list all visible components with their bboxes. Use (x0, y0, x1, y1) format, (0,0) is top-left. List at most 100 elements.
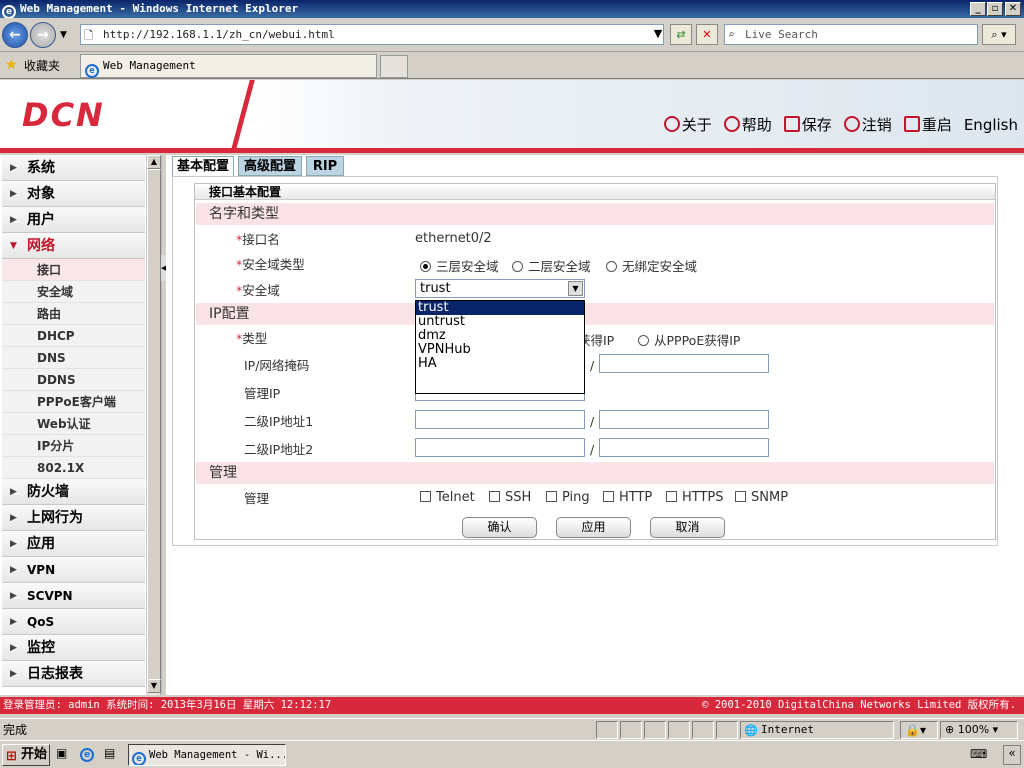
netmask-input[interactable] (599, 354, 769, 373)
chevron-right-icon: ▶ (10, 189, 17, 199)
chevron-right-icon: ▶ (10, 669, 17, 679)
sidebar-subitem-ddns[interactable]: DDNS (2, 369, 145, 391)
zone-option-untrust[interactable]: untrust (416, 315, 584, 329)
refresh-icon[interactable]: ⇄ (670, 24, 692, 45)
apply-button[interactable]: 应用 (556, 517, 631, 538)
save-icon (783, 116, 800, 132)
address-input[interactable]: 🗋 http://192.168.1.1/zh_cn/webui.html (80, 24, 664, 45)
zone-dropdown-list: trust untrust dmz VPNHub HA (415, 300, 585, 394)
history-dropdown-icon[interactable]: ▼ (60, 30, 67, 40)
sidebar-item-scvpn[interactable]: ▶ SCVPN (2, 583, 145, 609)
scroll-down-icon[interactable]: ▼ (147, 679, 161, 693)
sidebar-subitem-ipfrag[interactable]: IP分片 (2, 435, 145, 457)
mgmt-https-checkbox[interactable]: HTTPS (666, 490, 724, 505)
zone-option-vpnhub[interactable]: VPNHub (416, 343, 584, 357)
tray-expand-icon[interactable]: « (1003, 745, 1021, 765)
browser-tab[interactable]: e Web Management (80, 54, 377, 78)
sidebar-subitem-pppoe[interactable]: PPPoE客户端 (2, 391, 145, 413)
minimize-button[interactable]: _ (970, 2, 986, 16)
sec-ip2-mask-input[interactable] (599, 438, 769, 457)
zoom-control[interactable]: ⊕ 100% ▾ (940, 721, 1018, 739)
close-window-button[interactable]: ✕ (1005, 2, 1021, 16)
zone-select[interactable]: trust ▼ (415, 279, 585, 298)
mgmt-telnet-checkbox[interactable]: Telnet (420, 490, 475, 505)
sidebar-subitem-interface[interactable]: 接口 (2, 259, 145, 281)
search-input[interactable]: ⌕ Live Search (724, 24, 978, 45)
protected-mode-icon[interactable]: 🔒▾ (900, 721, 938, 739)
chevron-right-icon: ▶ (10, 591, 17, 601)
language-link[interactable]: English (964, 116, 1018, 134)
mgmt-ping-checkbox[interactable]: Ping (546, 490, 590, 505)
mgmt-http-checkbox[interactable]: HTTP (603, 490, 652, 505)
sidebar-subitem-webauth[interactable]: Web认证 (2, 413, 145, 435)
cancel-button[interactable]: 取消 (650, 517, 725, 538)
sidebar-item-logs[interactable]: ▶ 日志报表 (2, 661, 145, 687)
sidebar-item-network[interactable]: ▼ 网络 (2, 233, 145, 259)
reboot-icon (903, 116, 920, 132)
status-text: 完成 (3, 723, 28, 737)
info-icon (663, 116, 680, 132)
sidebar-item-object[interactable]: ▶ 对象 (2, 181, 145, 207)
quicklaunch-desktop-icon[interactable]: ▣ (56, 746, 67, 760)
forward-button[interactable]: → (30, 22, 56, 48)
zone-label: *安全域 (236, 283, 280, 298)
zone-option-trust[interactable]: trust (416, 301, 584, 315)
scrollbar-thumb[interactable] (147, 169, 161, 681)
sec-ip1-mask-input[interactable] (599, 410, 769, 429)
reboot-link[interactable]: 重启 (903, 114, 952, 135)
zone-option-ha[interactable]: HA (416, 357, 584, 371)
quicklaunch-ie-icon[interactable]: e (80, 746, 94, 762)
logout-link[interactable]: 注销 (843, 114, 892, 135)
checkbox-icon (603, 491, 614, 502)
taskbar-item-ie[interactable]: e Web Management - Wi... (128, 744, 286, 766)
type-pppoe-radio[interactable]: 从PPPoE获得IP (638, 330, 740, 349)
chevron-down-icon[interactable]: ▼ (568, 281, 583, 296)
tab-rip[interactable]: RIP (306, 156, 344, 176)
zone-type-l2-radio[interactable]: 二层安全域 (512, 256, 591, 275)
address-dropdown-icon[interactable]: ▼ (647, 24, 669, 45)
app-header: DCN 关于 帮助 保存 注销 重启 English (0, 80, 1024, 153)
sidebar-item-behavior[interactable]: ▶ 上网行为 (2, 505, 145, 531)
sidebar-item-monitor[interactable]: ▶ 监控 (2, 635, 145, 661)
search-icon: ⌕ (728, 28, 735, 41)
checkbox-icon (546, 491, 557, 502)
iface-value: ethernet0/2 (415, 231, 492, 246)
tab-advanced-config[interactable]: 高级配置 (238, 156, 302, 176)
sidebar-subitem-route[interactable]: 路由 (2, 303, 145, 325)
sidebar-subitem-dns[interactable]: DNS (2, 347, 145, 369)
start-button[interactable]: ⊞ 开始 (2, 744, 50, 766)
help-link[interactable]: 帮助 (723, 114, 772, 135)
zone-type-l3-radio[interactable]: 三层安全域 (420, 256, 499, 275)
sidebar-item-system[interactable]: ▶ 系统 (2, 155, 145, 181)
sidebar-item-user[interactable]: ▶ 用户 (2, 207, 145, 233)
search-button[interactable]: ⌕ ▾ (982, 24, 1016, 45)
zone-option-dmz[interactable]: dmz (416, 329, 584, 343)
mgmt-ssh-checkbox[interactable]: SSH (489, 490, 531, 505)
sidebar-item-vpn[interactable]: ▶ VPN (2, 557, 145, 583)
sidebar-item-application[interactable]: ▶ 应用 (2, 531, 145, 557)
sidebar-subitem-8021x[interactable]: 802.1X (2, 457, 145, 479)
quicklaunch-app-icon[interactable]: ▤ (104, 746, 115, 760)
iface-label: *接口名 (236, 232, 280, 247)
zone-type-none-radio[interactable]: 无绑定安全域 (606, 256, 697, 275)
scroll-up-icon[interactable]: ▲ (147, 155, 161, 169)
sidebar-subitem-dhcp[interactable]: DHCP (2, 325, 145, 347)
sidebar-scrollbar[interactable]: ▲ ▼ (146, 155, 161, 695)
new-tab-button[interactable] (380, 55, 408, 78)
sidebar-subitem-zone[interactable]: 安全域 (2, 281, 145, 303)
zoom-icon: ⊕ (945, 723, 958, 736)
sidebar-item-qos[interactable]: ▶ QoS (2, 609, 145, 635)
back-button[interactable]: ← (2, 22, 28, 48)
save-link[interactable]: 保存 (783, 114, 832, 135)
sec-ip1-input[interactable] (415, 410, 585, 429)
mgmt-snmp-checkbox[interactable]: SNMP (735, 490, 788, 505)
tab-basic-config[interactable]: 基本配置 (172, 156, 234, 176)
favorites-label[interactable]: 收藏夹 (24, 57, 60, 74)
sidebar-item-firewall[interactable]: ▶ 防火墙 (2, 479, 145, 505)
sec-ip2-input[interactable] (415, 438, 585, 457)
ok-button[interactable]: 确认 (462, 517, 537, 538)
about-link[interactable]: 关于 (663, 114, 712, 135)
stop-icon[interactable]: ✕ (696, 24, 718, 45)
keyboard-icon[interactable]: ⌨ (970, 747, 987, 761)
maximize-button[interactable]: ▫ (987, 2, 1003, 16)
